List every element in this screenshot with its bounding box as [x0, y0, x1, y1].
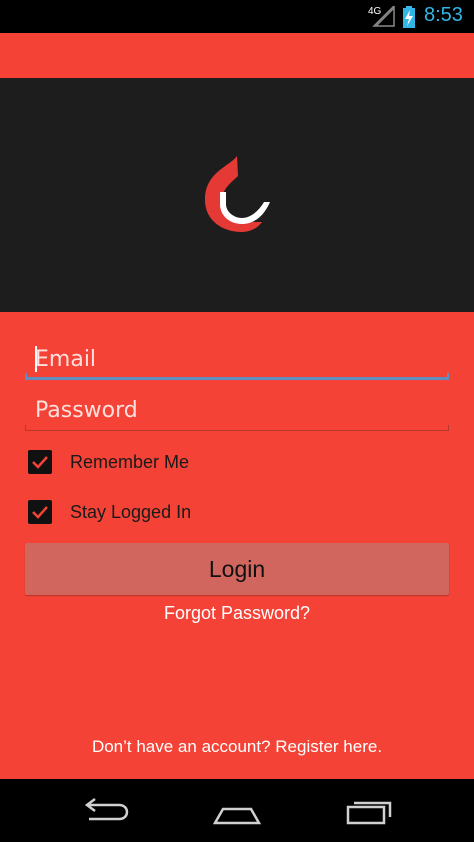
navigation-bar [0, 779, 474, 842]
battery-charging-icon [403, 6, 415, 28]
app-logo-icon [204, 156, 270, 232]
remember-me-row[interactable]: Remember Me [28, 447, 189, 477]
signal-icon [372, 6, 395, 27]
stay-logged-in-row[interactable]: Stay Logged In [28, 497, 191, 527]
text-cursor [35, 346, 37, 372]
password-underline-tick-right [448, 425, 449, 431]
stay-logged-in-checkbox[interactable] [28, 500, 52, 524]
back-arrow-icon[interactable] [75, 795, 135, 827]
forgot-password-link[interactable]: Forgot Password? [0, 603, 474, 624]
password-input[interactable] [25, 389, 449, 431]
email-input[interactable] [25, 338, 449, 380]
email-underline-tick-right [447, 373, 449, 380]
login-button[interactable]: Login [25, 543, 449, 595]
stay-logged-in-label: Stay Logged In [70, 501, 192, 522]
check-icon [32, 456, 48, 469]
check-icon [32, 506, 48, 519]
status-bar: 4G 8:53 [0, 0, 474, 33]
register-link[interactable]: Don’t have an account? Register here. [0, 737, 474, 757]
app-bar [0, 33, 474, 78]
remember-me-label: Remember Me [70, 451, 190, 472]
remember-me-checkbox[interactable] [28, 450, 52, 474]
email-underline-tick-left [25, 373, 27, 380]
email-field [25, 338, 449, 380]
password-field [25, 389, 449, 431]
status-clock: 8:53 [424, 4, 463, 26]
password-underline-tick-left [25, 425, 26, 431]
email-underline [25, 377, 449, 380]
password-underline [25, 430, 449, 431]
home-icon[interactable] [207, 795, 267, 827]
recent-apps-icon[interactable] [340, 795, 400, 827]
